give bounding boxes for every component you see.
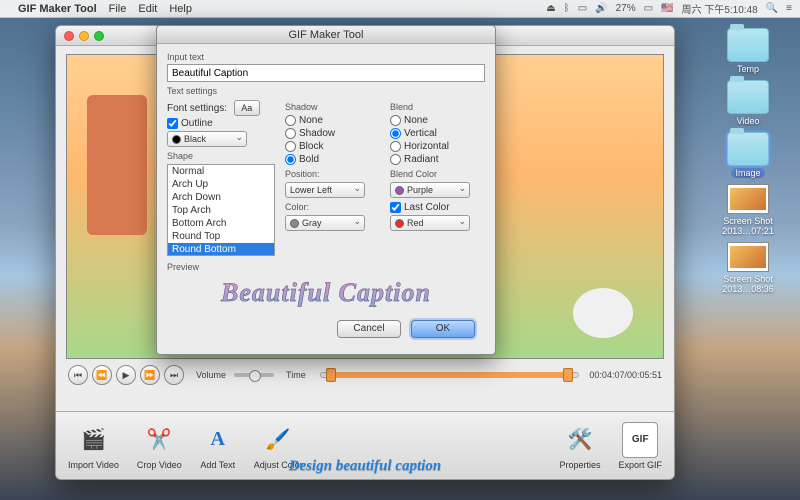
blend-radiant-radio[interactable]: Radiant — [390, 154, 485, 165]
shape-option[interactable]: Bottom Arch — [168, 217, 274, 230]
blend-horizontal-radio[interactable]: Horizontal — [390, 141, 485, 152]
crop-icon: ✂️ — [141, 422, 177, 458]
screenshot-2[interactable]: Screen Shot 2013…08:36 — [713, 242, 783, 294]
volume-slider[interactable] — [234, 373, 274, 377]
menu-edit[interactable]: Edit — [138, 3, 157, 15]
preview-label: Preview — [167, 262, 485, 272]
blend-vertical-radio[interactable]: Vertical — [390, 128, 485, 139]
volume-icon[interactable]: 🔊 — [595, 3, 607, 14]
close-icon[interactable] — [64, 31, 74, 41]
menu-app[interactable]: GIF Maker Tool — [18, 3, 97, 15]
blend-color-label: Blend Color — [390, 169, 485, 179]
blend-color-select[interactable]: Purple — [390, 182, 470, 198]
folder-video[interactable]: Video — [713, 80, 783, 126]
bluetooth-icon[interactable]: ᛒ — [564, 3, 570, 14]
shadow-position-select[interactable]: Lower Left — [285, 182, 365, 198]
text-settings-label: Text settings — [167, 86, 485, 96]
ok-button[interactable]: OK — [411, 320, 475, 338]
clock[interactable]: 周六 下午5:10:48 — [682, 1, 758, 16]
blend-none-radio[interactable]: None — [390, 115, 485, 126]
input-text-label: Input text — [167, 52, 485, 62]
menu-file[interactable]: File — [109, 3, 127, 15]
battery-percent: 27% — [616, 3, 636, 14]
play-button[interactable]: ▶ — [116, 365, 136, 385]
shadow-block-radio[interactable]: Block — [285, 141, 380, 152]
shape-option[interactable]: Round Bottom — [168, 243, 274, 256]
playback-controls: ⏮ ⏪ ▶ ⏩ ⏭ Volume Time 00:04:07/00:05:51 — [56, 359, 674, 391]
screenshot-icon — [727, 184, 769, 214]
text-a-icon: A — [200, 422, 236, 458]
wifi-icon[interactable]: ⏏ — [546, 3, 555, 14]
input-flag-icon[interactable]: 🇺🇸 — [661, 3, 673, 14]
shape-listbox[interactable]: Normal Arch Up Arch Down Top Arch Bottom… — [167, 164, 275, 256]
font-settings-row: Font settings: Aa — [167, 100, 275, 116]
notification-icon[interactable]: ≡ — [786, 3, 792, 14]
last-color-select[interactable]: Red — [390, 215, 470, 231]
shadow-none-radio[interactable]: None — [285, 115, 380, 126]
range-end-handle[interactable] — [563, 368, 573, 382]
shadow-shadow-radio[interactable]: Shadow — [285, 128, 380, 139]
shape-option[interactable]: Arch Down — [168, 191, 274, 204]
bottom-caption: Design beautiful caption — [56, 458, 674, 475]
last-color-checkbox[interactable]: Last Color — [390, 202, 485, 213]
tools-icon: 🛠️ — [562, 422, 598, 458]
screenshot-1[interactable]: Screen Shot 2013…07:21 — [713, 184, 783, 236]
shape-label: Shape — [167, 151, 275, 161]
time-label: Time — [286, 370, 306, 380]
shadow-group-label: Shadow — [285, 102, 380, 112]
volume-label: Volume — [196, 370, 226, 380]
menu-help[interactable]: Help — [169, 3, 192, 15]
range-start-handle[interactable] — [326, 368, 336, 382]
spotlight-icon[interactable]: 🔍 — [766, 3, 778, 14]
shadow-color-label: Color: — [285, 202, 380, 212]
desktop-icons: Temp Video Image Screen Shot 2013…07:21 … — [708, 28, 788, 294]
forward-button[interactable]: ⏩ — [140, 365, 160, 385]
shape-option[interactable]: Normal — [168, 165, 274, 178]
position-label: Position: — [285, 169, 380, 179]
shape-option[interactable]: Round Top — [168, 230, 274, 243]
shape-option[interactable]: Arch Up — [168, 178, 274, 191]
outline-color-select[interactable]: Black — [167, 131, 247, 147]
airplay-icon[interactable]: ▭ — [578, 3, 587, 14]
brush-icon: 🖌️ — [260, 422, 296, 458]
shadow-bold-radio[interactable]: Bold — [285, 154, 380, 165]
folder-icon — [727, 80, 769, 114]
outline-checkbox[interactable]: Outline — [167, 118, 275, 129]
clapper-icon: 🎬 — [75, 422, 111, 458]
menubar: GIF Maker Tool File Edit Help ⏏ ᛒ ▭ 🔊 27… — [0, 0, 800, 18]
timecode: 00:04:07/00:05:51 — [589, 370, 662, 380]
skip-start-button[interactable]: ⏮ — [68, 365, 88, 385]
font-picker-button[interactable]: Aa — [234, 100, 260, 116]
text-settings-dialog: GIF Maker Tool Input text Text settings … — [156, 25, 496, 355]
font-settings-label: Font settings: — [167, 103, 227, 114]
caption-text-input[interactable] — [167, 64, 485, 82]
battery-icon[interactable]: ▭ — [644, 3, 653, 14]
dialog-title[interactable]: GIF Maker Tool — [157, 26, 495, 44]
folder-image[interactable]: Image — [713, 132, 783, 178]
gif-icon: GIF — [622, 422, 658, 458]
blend-group-label: Blend — [390, 102, 485, 112]
shape-option[interactable]: Top Arch — [168, 204, 274, 217]
caption-preview: Beautiful Caption — [167, 274, 485, 318]
timeline-slider[interactable] — [320, 372, 580, 378]
folder-icon — [727, 132, 769, 166]
rewind-button[interactable]: ⏪ — [92, 365, 112, 385]
folder-temp[interactable]: Temp — [713, 28, 783, 74]
screenshot-icon — [727, 242, 769, 272]
cancel-button[interactable]: Cancel — [337, 320, 401, 338]
skip-end-button[interactable]: ⏭ — [164, 365, 184, 385]
zoom-icon[interactable] — [94, 31, 104, 41]
shadow-color-select[interactable]: Gray — [285, 215, 365, 231]
folder-icon — [727, 28, 769, 62]
minimize-icon[interactable] — [79, 31, 89, 41]
